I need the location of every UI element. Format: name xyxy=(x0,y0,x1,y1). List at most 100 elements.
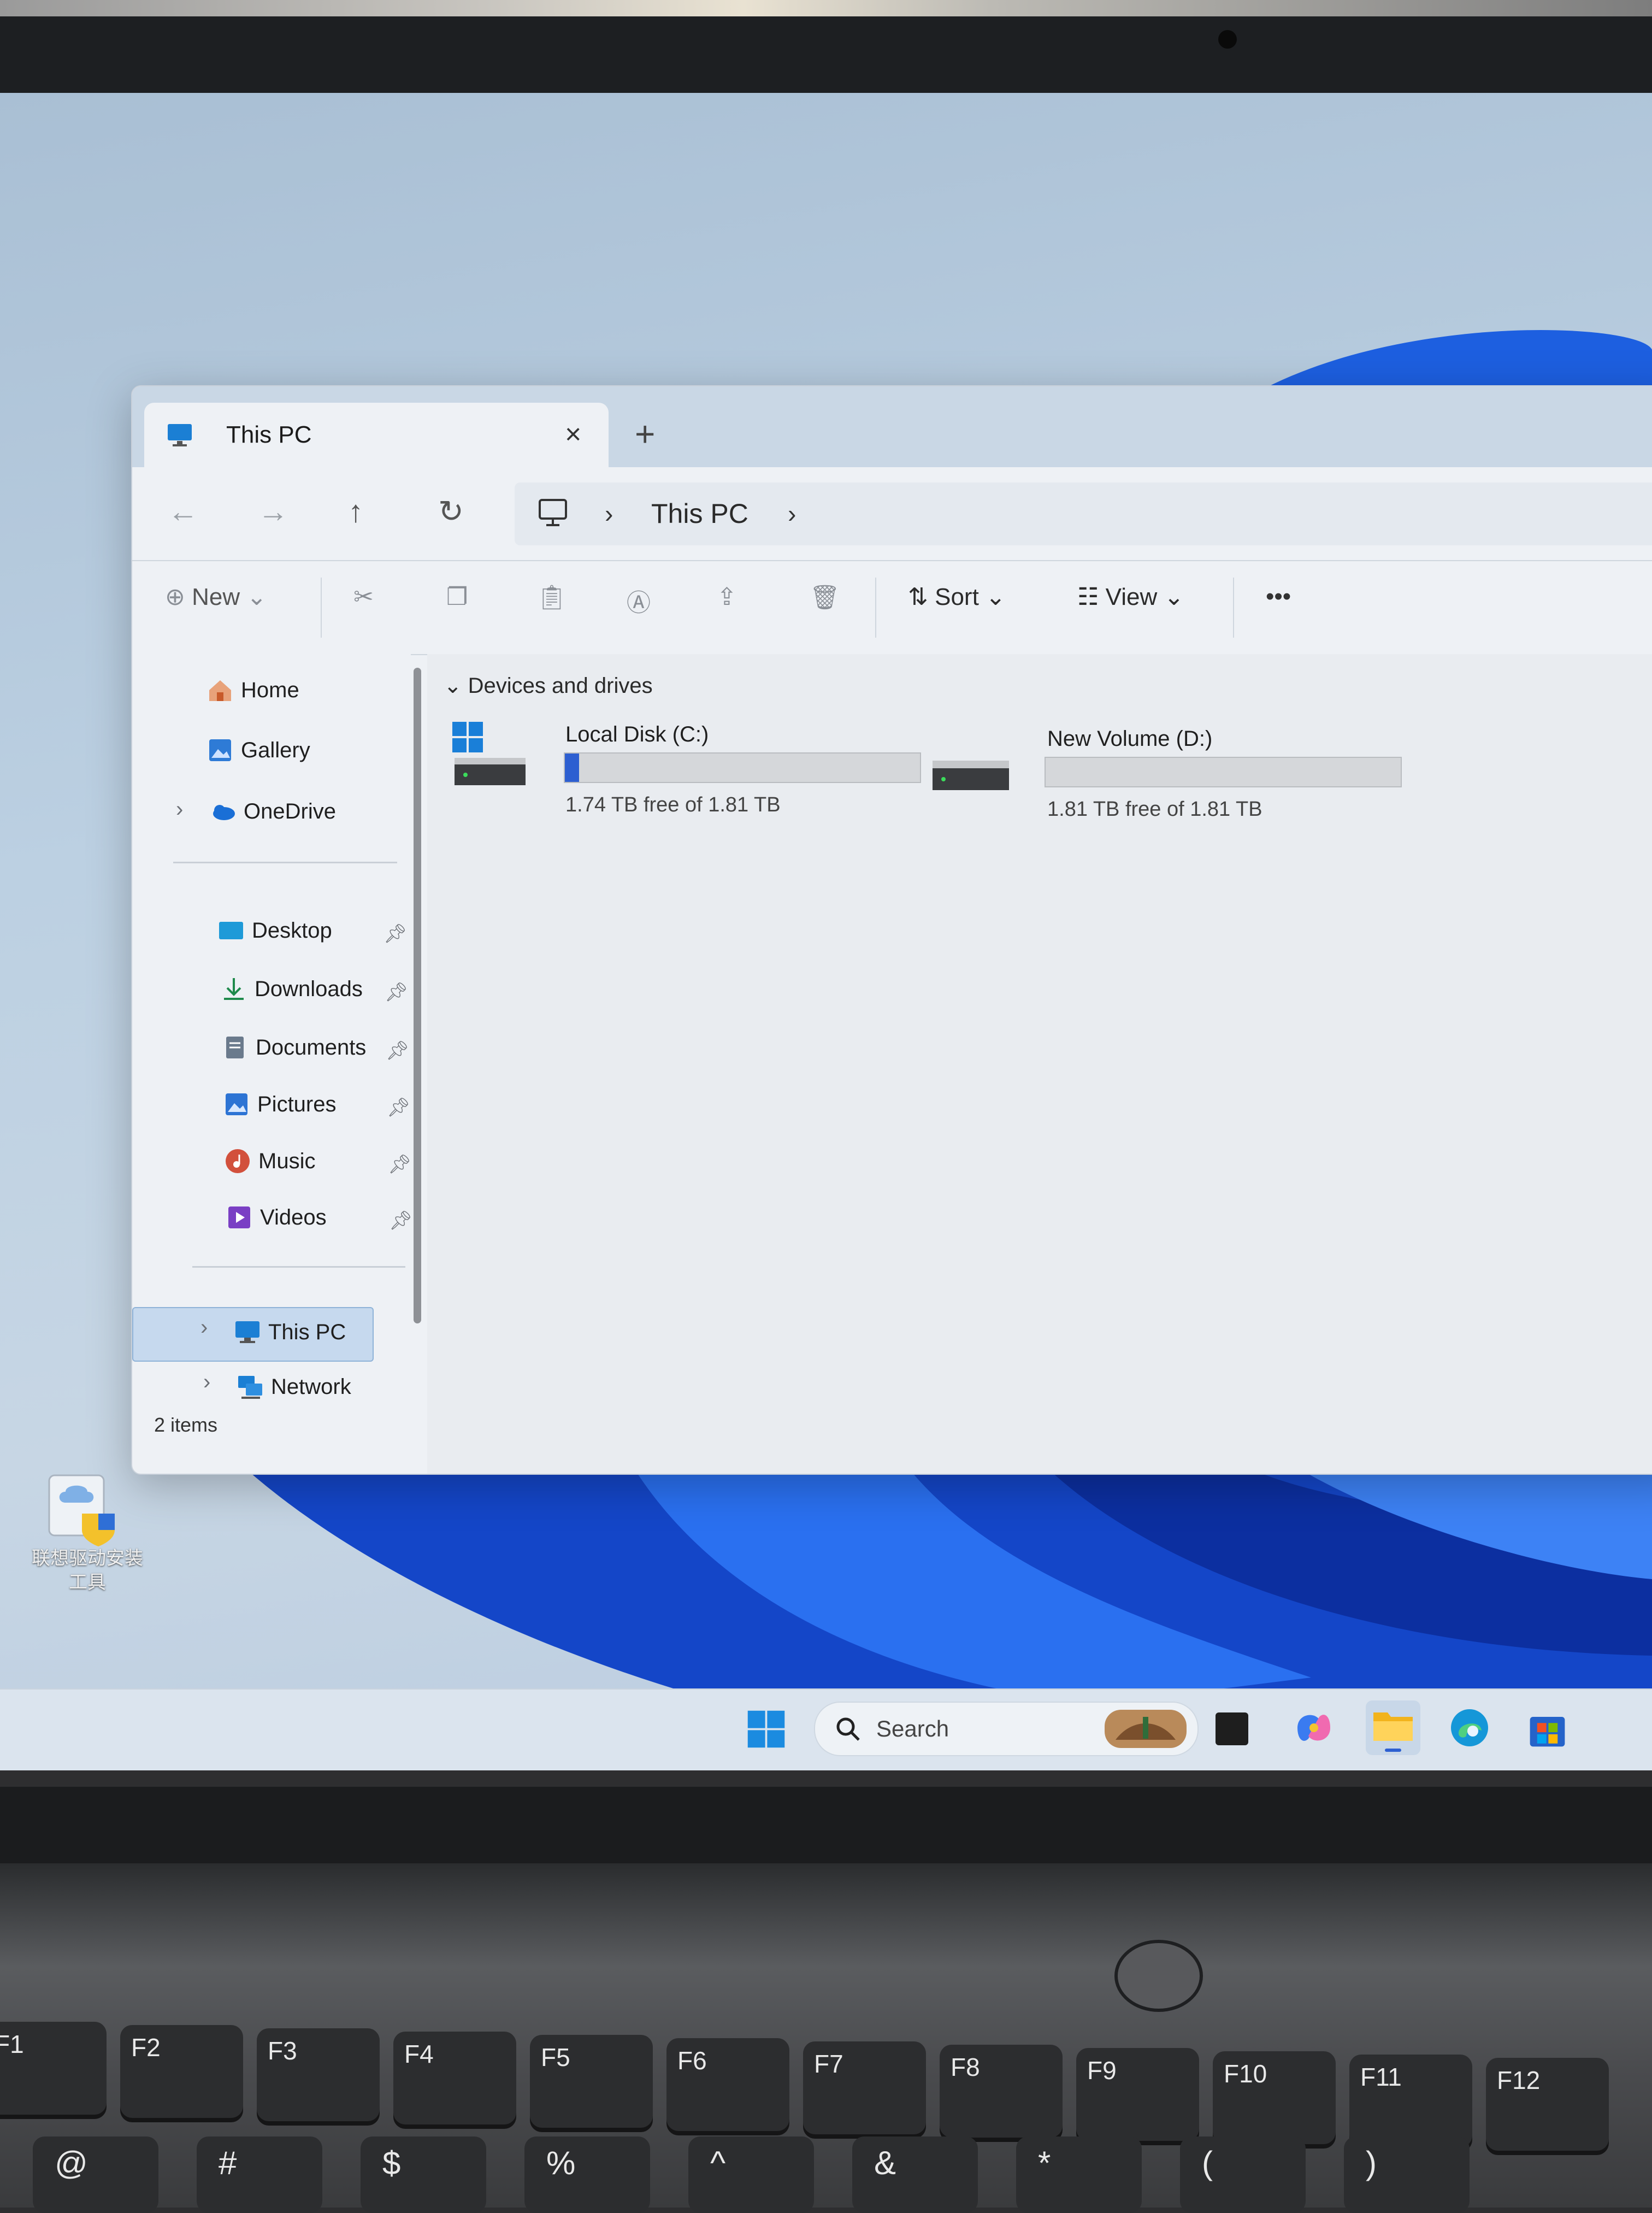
key-label: F8 xyxy=(951,2053,980,2081)
tab-this-pc[interactable]: This PC × xyxy=(144,403,609,467)
home-icon xyxy=(206,676,234,704)
delete-icon[interactable]: 🗑︎ xyxy=(810,583,840,611)
taskbar-search[interactable]: Search xyxy=(814,1702,1199,1756)
key-symbol[interactable]: ( xyxy=(1180,2137,1306,2213)
drive-usage-fill xyxy=(565,754,579,782)
key-f5[interactable]: F5 xyxy=(530,2035,653,2128)
key-label: F9 xyxy=(1087,2056,1117,2085)
key-f1[interactable]: F1 xyxy=(0,2022,107,2115)
key-symbol[interactable]: ) xyxy=(1344,2137,1470,2213)
sort-button[interactable]: ⇅ Sort ⌄ xyxy=(908,583,1006,611)
picture-icon xyxy=(222,1090,251,1119)
key-label: * xyxy=(1038,2145,1051,2181)
pin-icon[interactable]: 📌︎ xyxy=(385,981,408,1003)
content-pane: ⌄ Devices and drives Local Disk (C:) 1.7… xyxy=(427,654,1652,1474)
copy-icon[interactable]: ❐ xyxy=(446,583,468,611)
sidebar-item-home[interactable]: Home xyxy=(206,676,299,704)
back-arrow-icon[interactable]: ← xyxy=(168,493,198,529)
sidebar-item-documents[interactable]: Documents xyxy=(221,1033,366,1062)
task-view-icon[interactable] xyxy=(1216,1712,1248,1745)
view-button[interactable]: ☷ View ⌄ xyxy=(1077,583,1184,611)
cut-icon[interactable]: ✂ xyxy=(353,583,374,611)
key-f8[interactable]: F8 xyxy=(940,2045,1063,2138)
rename-icon[interactable]: Ⓐ xyxy=(627,583,651,618)
chevron-right-icon[interactable]: › xyxy=(203,1370,210,1394)
sidebar-item-onedrive[interactable]: OneDrive xyxy=(209,797,336,826)
key-f2[interactable]: F2 xyxy=(120,2025,243,2118)
sidebar-item-this-pc[interactable]: This PC xyxy=(233,1318,346,1346)
sidebar-item-pictures[interactable]: Pictures xyxy=(222,1090,337,1119)
tab-title: This PC xyxy=(226,421,312,448)
section-title: Devices and drives xyxy=(468,674,653,698)
download-icon xyxy=(220,975,248,1003)
key-label: # xyxy=(219,2145,237,2181)
key-f12[interactable]: F12 xyxy=(1486,2058,1609,2151)
start-icon[interactable] xyxy=(746,1709,787,1750)
pin-icon[interactable]: 📌︎ xyxy=(384,923,407,945)
key-f9[interactable]: F9 xyxy=(1076,2048,1199,2141)
installer-app-icon[interactable] xyxy=(44,1470,126,1552)
edge-icon[interactable] xyxy=(1448,1706,1491,1750)
drive-free-space: 1.81 TB free of 1.81 TB xyxy=(1047,798,1262,821)
key-symbol[interactable]: ^ xyxy=(688,2137,814,2213)
pin-icon[interactable]: 📌︎ xyxy=(388,1153,411,1175)
key-symbol[interactable]: % xyxy=(524,2137,650,2213)
desktop-icon-label-line2: 工具 xyxy=(69,1572,106,1593)
key-f3[interactable]: F3 xyxy=(257,2028,380,2121)
chevron-down-icon: ⌄ xyxy=(986,584,1006,610)
key-f7[interactable]: F7 xyxy=(803,2041,926,2134)
sort-label: Sort xyxy=(935,584,979,610)
power-button[interactable] xyxy=(1114,1940,1203,2012)
address-bar[interactable]: › This PC › xyxy=(515,482,1652,545)
file-explorer-taskbar-button[interactable] xyxy=(1366,1700,1420,1755)
sidebar-item-videos[interactable]: Videos xyxy=(225,1203,327,1232)
paste-icon[interactable]: 📋︎ xyxy=(536,583,567,611)
copilot-icon[interactable] xyxy=(1292,1706,1336,1750)
pin-icon[interactable]: 📌︎ xyxy=(386,1040,409,1062)
store-icon[interactable] xyxy=(1527,1709,1568,1750)
refresh-icon[interactable]: ↻ xyxy=(438,493,464,529)
key-f10[interactable]: F10 xyxy=(1213,2051,1336,2144)
share-icon[interactable]: ⇪ xyxy=(717,583,737,611)
desktop-icon xyxy=(217,916,245,945)
new-button[interactable]: ⊕ New ⌄ xyxy=(165,583,267,611)
navigation-bar: ← → ↑ ↻ › This PC › xyxy=(132,467,1652,560)
divider xyxy=(192,1266,405,1268)
sidebar-item-label: Home xyxy=(241,678,299,702)
sidebar-item-music[interactable]: Music xyxy=(223,1147,315,1175)
pin-icon[interactable]: 📌︎ xyxy=(387,1097,410,1119)
breadcrumb-this-pc[interactable]: This PC xyxy=(651,498,748,529)
sidebar-item-label: OneDrive xyxy=(244,799,336,823)
key-label: % xyxy=(546,2145,576,2181)
section-header-devices[interactable]: ⌄ Devices and drives xyxy=(444,673,653,698)
pin-icon[interactable]: 📌︎ xyxy=(389,1210,412,1232)
key-symbol[interactable]: $ xyxy=(361,2137,486,2213)
new-tab-button[interactable]: + xyxy=(635,414,655,454)
key-f4[interactable]: F4 xyxy=(393,2032,516,2124)
key-symbol[interactable]: # xyxy=(197,2137,322,2213)
key-f6[interactable]: F6 xyxy=(666,2038,789,2131)
sidebar-item-label: Videos xyxy=(260,1205,327,1229)
key-f11[interactable]: F11 xyxy=(1349,2055,1472,2147)
key-symbol[interactable]: * xyxy=(1016,2137,1142,2213)
key-symbol[interactable]: & xyxy=(852,2137,978,2213)
drive-free-space: 1.74 TB free of 1.81 TB xyxy=(565,793,781,816)
sidebar-item-downloads[interactable]: Downloads xyxy=(220,975,363,1003)
key-symbol[interactable]: @ xyxy=(33,2137,158,2213)
sidebar-item-desktop[interactable]: Desktop xyxy=(217,916,332,945)
title-bar: This PC × + xyxy=(132,386,1652,467)
breadcrumb-chevron-icon[interactable]: › xyxy=(605,499,613,528)
close-icon[interactable]: × xyxy=(565,418,581,451)
chevron-right-icon[interactable]: › xyxy=(200,1315,208,1340)
up-arrow-icon[interactable]: ↑ xyxy=(348,493,363,529)
chevron-right-icon[interactable]: › xyxy=(176,797,183,822)
sidebar-item-gallery[interactable]: Gallery xyxy=(206,736,310,764)
search-icon xyxy=(836,1717,860,1741)
more-options-icon[interactable]: ••• xyxy=(1266,583,1291,610)
document-icon xyxy=(221,1033,249,1062)
forward-arrow-icon[interactable]: → xyxy=(258,493,288,529)
breadcrumb-chevron-icon[interactable]: › xyxy=(788,499,796,528)
sidebar-scrollbar[interactable] xyxy=(414,668,421,1323)
navigation-pane: Home Gallery › OneDrive Desktop 📌︎ Downl… xyxy=(132,654,412,1419)
sidebar-item-network[interactable]: Network xyxy=(236,1373,351,1401)
